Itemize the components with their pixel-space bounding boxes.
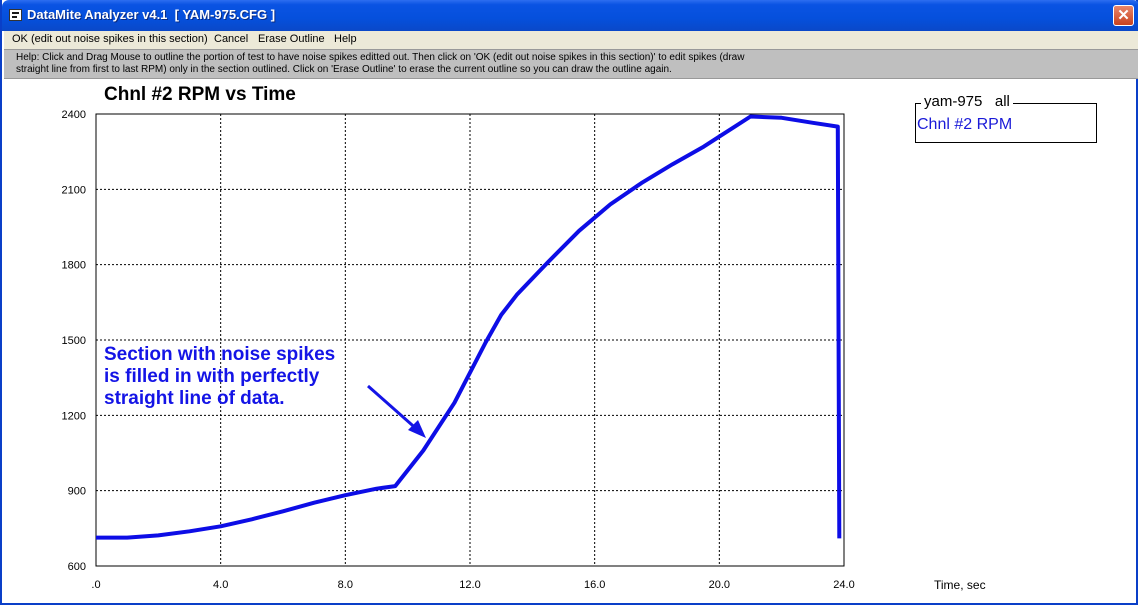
- x-tick-label: .0: [91, 579, 100, 591]
- chart-title: Chnl #2 RPM vs Time: [104, 84, 296, 105]
- x-tick-label: 8.0: [338, 579, 353, 591]
- x-tick-label: 16.0: [584, 579, 605, 591]
- y-tick-label: 900: [68, 486, 86, 498]
- legend-entry-rpm: Chnl #2 RPM: [917, 116, 1013, 133]
- annotation-text: Section with noise spikes is filled in w…: [104, 344, 335, 410]
- x-tick-label: 24.0: [833, 579, 854, 591]
- x-tick-label: 12.0: [459, 579, 480, 591]
- legend-title: yam-975 all: [921, 93, 1013, 110]
- annotation-line: Section with noise spikes: [104, 344, 336, 365]
- x-tick-label: 20.0: [709, 579, 730, 591]
- annotation-line: is filled in with perfectly: [104, 366, 320, 387]
- annotation-line: straight line of data.: [104, 388, 285, 409]
- series-line-rpm: [96, 114, 842, 540]
- x-axis-label: Time, sec: [934, 578, 986, 592]
- y-tick-label: 600: [68, 561, 86, 573]
- annotation-arrow-shaft: [367, 384, 421, 434]
- y-tick-label: 1500: [62, 335, 86, 347]
- y-tick-label: 1800: [62, 260, 86, 272]
- x-tick-label: 4.0: [213, 579, 228, 591]
- y-tick-label: 2400: [62, 109, 86, 121]
- y-tick-label: 2100: [62, 184, 86, 196]
- y-tick-label: 1200: [62, 410, 86, 422]
